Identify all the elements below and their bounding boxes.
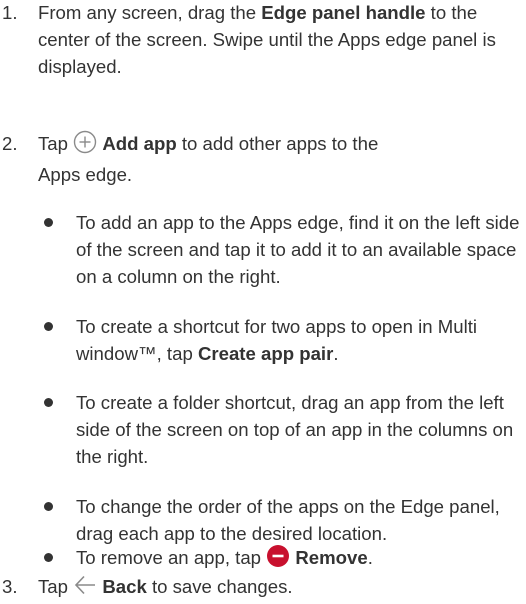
step-text: From any screen, drag the	[38, 2, 262, 23]
step-text: Tap	[38, 133, 74, 154]
list-item-text: .	[333, 343, 339, 364]
step-2: 2. Tap Add app to add other apps to the …	[0, 130, 526, 188]
step-number: 2.	[2, 133, 18, 154]
step-bold-term: Edge panel handle	[261, 2, 426, 23]
step-bold-term: Back	[102, 576, 147, 597]
list-item: To create a shortcut for two apps to ope…	[0, 313, 526, 367]
list-item: To change the order of the apps on the E…	[0, 493, 526, 547]
list-item-bold-term: Remove	[295, 547, 368, 568]
step-text: to add other apps to the	[176, 133, 379, 154]
bullet-dot	[44, 398, 53, 407]
list-item: To remove an app, tap Remove.	[0, 544, 526, 575]
step-text: Apps edge.	[38, 164, 133, 185]
bullet-dot	[44, 218, 53, 227]
list-item-text: To remove an app, tap	[76, 547, 267, 568]
list-item: To create a folder shortcut, drag an app…	[0, 389, 526, 470]
bullet-dot	[44, 322, 53, 331]
bullet-dot	[44, 553, 53, 562]
step-3: 3. Tap Back to save changes.	[0, 573, 526, 604]
step-text: to save changes.	[146, 576, 293, 597]
list-item-bold-term: Create app pair	[197, 343, 334, 364]
add-circle-icon	[73, 130, 97, 161]
list-item-text: To add an app to the Apps edge, find it …	[76, 212, 520, 287]
back-arrow-icon	[73, 573, 97, 604]
bullet-dot	[44, 502, 53, 511]
step-number: 3.	[2, 576, 18, 597]
list-item-text: .	[367, 547, 373, 568]
step-1: 1. From any screen, drag the Edge panel …	[0, 0, 526, 80]
remove-circle-icon	[266, 544, 290, 575]
step-bold-term: Add app	[102, 133, 177, 154]
step-text: Tap	[38, 576, 74, 597]
list-item-text: To change the order of the apps on the E…	[76, 496, 500, 544]
list-item-text: To create a folder shortcut, drag an app…	[76, 392, 514, 467]
step-number: 1.	[2, 2, 18, 23]
list-item: To add an app to the Apps edge, find it …	[0, 209, 526, 290]
